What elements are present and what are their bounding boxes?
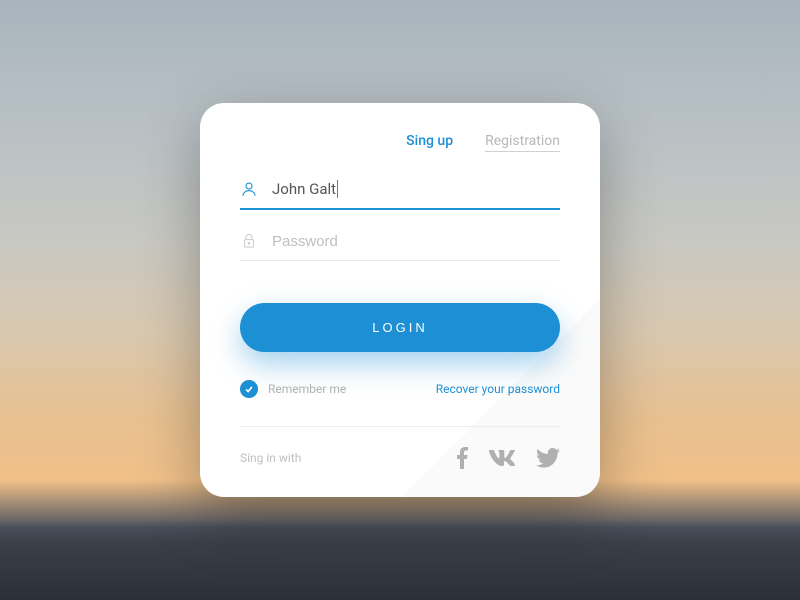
login-card: Sing up Registration John Galt LOGIN: [200, 103, 600, 497]
recover-password-link[interactable]: Recover your password: [436, 382, 560, 396]
facebook-icon[interactable]: [456, 447, 468, 469]
password-input[interactable]: [272, 233, 560, 250]
text-cursor: [337, 180, 338, 198]
password-field-group[interactable]: [240, 232, 560, 261]
user-icon: [240, 180, 258, 198]
username-field-group[interactable]: John Galt: [240, 180, 560, 210]
twitter-icon[interactable]: [536, 448, 560, 468]
vk-icon[interactable]: [488, 450, 516, 466]
remember-me-label: Remember me: [268, 382, 346, 396]
tab-bar: Sing up Registration: [240, 133, 560, 152]
divider: [240, 426, 560, 427]
options-row: Remember me Recover your password: [240, 380, 560, 398]
social-icons-group: [456, 447, 560, 469]
social-login-row: Sing in with: [240, 447, 560, 469]
city-skyline: [0, 520, 800, 600]
lock-icon: [240, 232, 258, 250]
login-button[interactable]: LOGIN: [240, 303, 560, 352]
social-label: Sing in with: [240, 451, 301, 465]
tab-registration[interactable]: Registration: [485, 133, 560, 152]
username-input[interactable]: John Galt: [272, 180, 338, 198]
tab-signup[interactable]: Sing up: [406, 133, 453, 152]
checkmark-icon: [240, 380, 258, 398]
remember-me-checkbox[interactable]: Remember me: [240, 380, 346, 398]
